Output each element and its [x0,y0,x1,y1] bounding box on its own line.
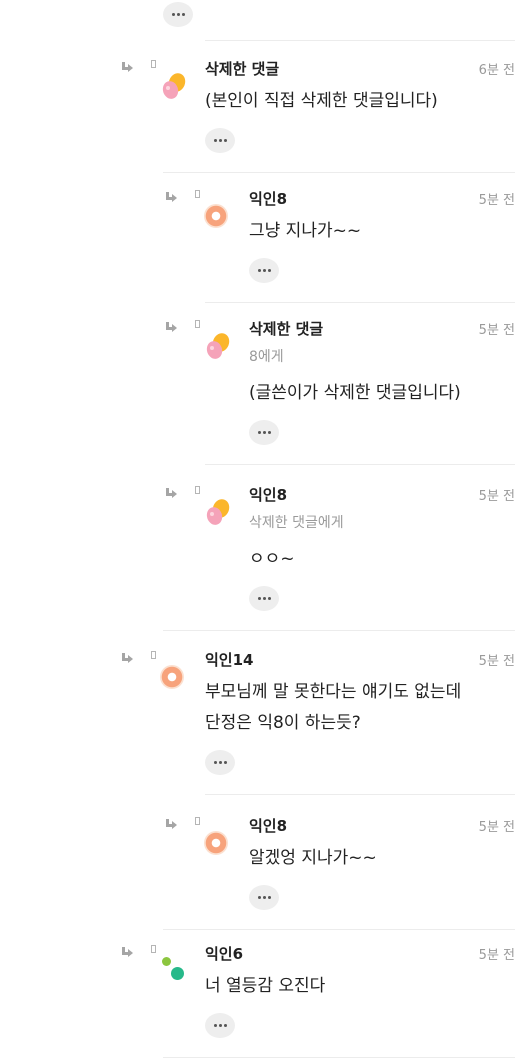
more-horizontal-icon [257,597,272,600]
reply-arrow-icon [164,322,178,334]
divider [163,172,515,173]
comment-text: 알겠엉 지나가~~ [249,848,377,868]
more-options-button[interactable] [163,2,193,27]
marker-icon [195,190,200,198]
timestamp: 5분 전 [478,654,515,669]
marker-icon [151,945,156,953]
avatar [204,330,232,361]
divider [163,929,515,930]
avatar [160,665,184,689]
author-name: 익인14 [205,651,254,669]
marker-icon [151,651,156,659]
more-options-button[interactable] [205,1013,235,1038]
more-options-button[interactable] [249,586,279,611]
divider [163,630,515,631]
more-horizontal-icon [213,139,228,142]
avatar [204,204,228,228]
more-options-button[interactable] [249,420,279,445]
marker-icon [195,486,200,494]
timestamp: 5분 전 [478,193,515,208]
more-horizontal-icon [257,431,272,434]
reply-arrow-icon [120,947,134,959]
comment-text: (글쓴이가 삭제한 댓글입니다) [249,383,461,403]
more-options-button[interactable] [205,750,235,775]
more-horizontal-icon [213,1024,228,1027]
comment-text: 그냥 지나가~~ [249,221,362,241]
more-horizontal-icon [257,896,272,899]
marker-icon [195,817,200,825]
timestamp: 5분 전 [478,948,515,963]
author-name: 익인6 [205,945,244,963]
reply-arrow-icon [120,653,134,665]
comment-text: (본인이 직접 삭제한 댓글입니다) [205,91,438,111]
author-name: 익인8 [249,486,288,504]
author-name: 삭제한 댓글 [205,60,280,78]
reply-arrow-icon [164,819,178,831]
reply-arrow-icon [164,488,178,500]
more-options-button[interactable] [249,885,279,910]
author-name: 삭제한 댓글 [249,320,324,338]
reply-arrow-icon [164,192,178,204]
reply-arrow-icon [120,62,134,74]
avatar [204,496,232,527]
more-options-button[interactable] [205,128,235,153]
divider [205,40,515,41]
divider [205,794,515,795]
timestamp: 5분 전 [478,323,515,338]
divider [205,302,515,303]
avatar [160,955,186,981]
comment-text: ㅇㅇ~ [249,549,295,569]
author-name: 익인8 [249,817,288,835]
marker-icon [195,320,200,328]
author-name: 익인8 [249,190,288,208]
divider [205,464,515,465]
avatar [204,831,228,855]
reply-target: 8에게 [249,349,284,365]
timestamp: 5분 전 [478,820,515,835]
more-horizontal-icon [213,761,228,764]
timestamp: 5분 전 [478,489,515,504]
reply-target: 삭제한 댓글에게 [249,515,344,531]
marker-icon [151,60,156,68]
comment-text: 너 열등감 오진다 [205,976,326,996]
more-horizontal-icon [257,269,272,272]
avatar [160,70,188,101]
comment-text: 부모님께 말 못한다는 얘기도 없는데 단정은 익8이 하는듯? [205,682,462,733]
timestamp: 6분 전 [478,63,515,78]
more-options-button[interactable] [249,258,279,283]
